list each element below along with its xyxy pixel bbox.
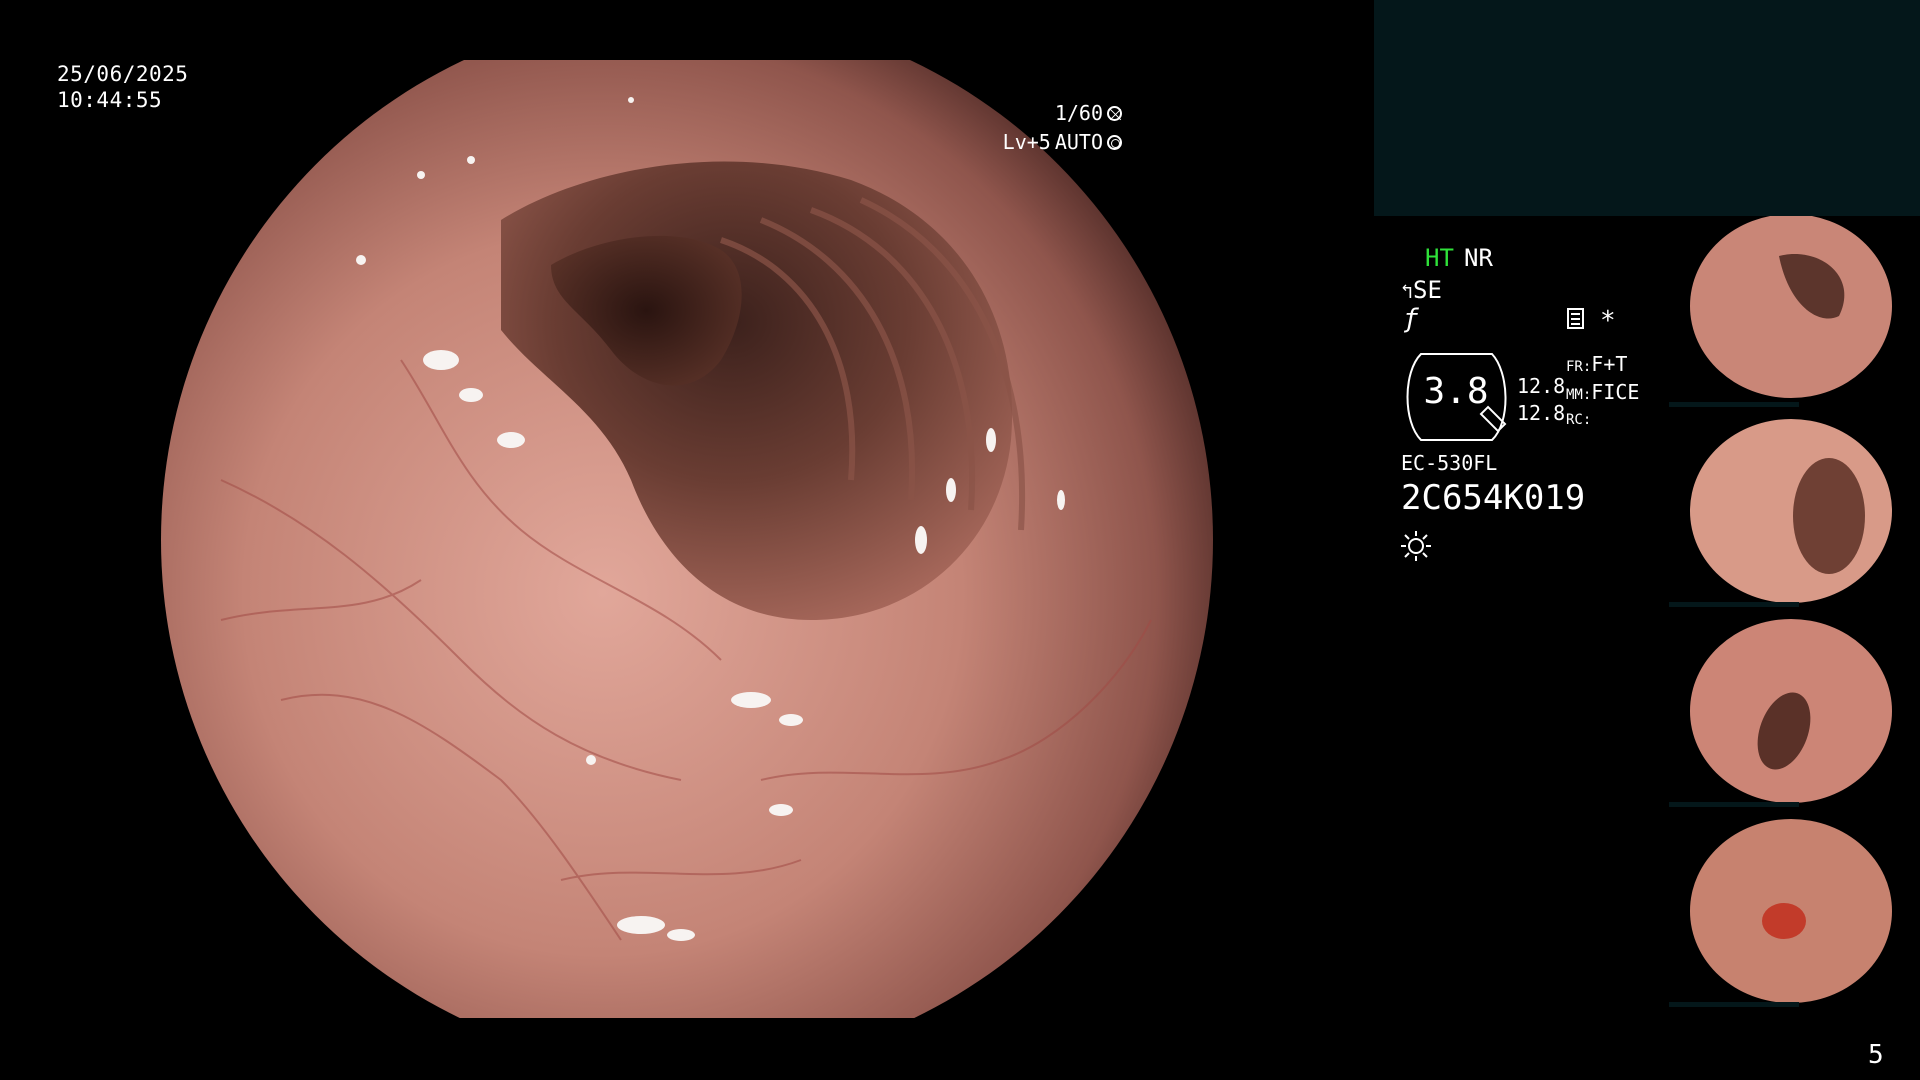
mode-settings: FR:F+T MM:FICE RC: <box>1566 352 1640 428</box>
zoom-line-1: 12.8 <box>1517 374 1566 398</box>
shutter-speed: 1/60 <box>1054 101 1103 125</box>
rc-label: RC: <box>1566 412 1592 428</box>
fr-value: F+T <box>1591 352 1628 376</box>
thumbnail-4[interactable] <box>1669 816 1920 1007</box>
ht-indicator: HT <box>1425 244 1454 272</box>
auto-iris-icon <box>1107 135 1122 150</box>
f-icon: ƒ <box>1403 304 1419 334</box>
brightness-level: Lv+5 <box>1002 130 1051 154</box>
scope-serial: 2C654K019 <box>1401 478 1586 518</box>
thumbnail-1[interactable] <box>1669 216 1920 407</box>
memo-icon <box>1567 308 1584 329</box>
nr-indicator: NR <box>1464 244 1493 272</box>
structure-enhance-icon: ↰ <box>1401 279 1414 303</box>
light-icon <box>1401 531 1431 561</box>
se-indicator: ↰SE <box>1401 276 1442 304</box>
scope-model: EC-530FL <box>1401 451 1498 475</box>
thumbnail-2[interactable] <box>1669 416 1920 607</box>
asterisk-icon: * <box>1600 306 1616 336</box>
shutter-icon <box>1107 106 1122 121</box>
exposure-info: 1/60 Lv+5 AUTO <box>1003 99 1122 157</box>
zoom-line-2: 12.8 <box>1517 401 1566 425</box>
zoom-value: 3.8 <box>1423 371 1489 412</box>
page-number: 5 <box>1868 1040 1884 1070</box>
mm-value: FICE <box>1591 380 1640 404</box>
time-text: 10:44:55 <box>57 88 163 112</box>
iris-mode: AUTO <box>1054 130 1103 154</box>
zoom-numbers: 12.8 12.8 <box>1517 373 1565 427</box>
endoscope-image <box>161 60 1213 1018</box>
preview-panel <box>1374 0 1920 216</box>
mucosa-field <box>161 60 1213 1018</box>
thumbnail-3[interactable] <box>1669 616 1920 807</box>
thumbnail-strip <box>1669 216 1920 1007</box>
